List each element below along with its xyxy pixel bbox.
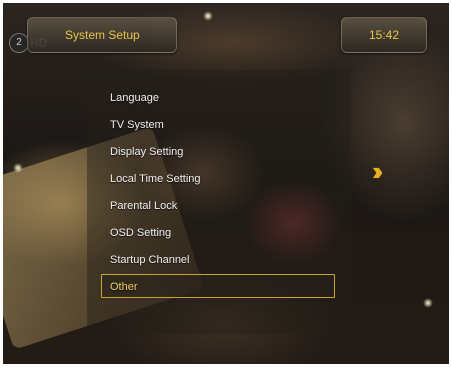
menu-item-parental-lock[interactable]: Parental Lock — [101, 193, 335, 217]
menu-item-display-setting[interactable]: Display Setting — [101, 139, 335, 163]
title-bar: System Setup — [27, 17, 177, 53]
double-chevron-right-icon[interactable]: ›› — [372, 158, 384, 184]
screenshot-frame: 2 HD System Setup 15:42 Language TV Syst… — [0, 0, 452, 367]
setup-menu: Language TV System Display Setting Local… — [101, 85, 335, 301]
menu-item-startup-channel[interactable]: Startup Channel — [101, 247, 335, 271]
menu-item-osd-setting[interactable]: OSD Setting — [101, 220, 335, 244]
background-light — [13, 163, 23, 173]
background-light — [423, 298, 433, 308]
menu-item-local-time-setting[interactable]: Local Time Setting — [101, 166, 335, 190]
menu-item-language[interactable]: Language — [101, 85, 335, 109]
menu-item-tv-system[interactable]: TV System — [101, 112, 335, 136]
channel-mode-badge: 2 — [9, 33, 29, 53]
page-title: System Setup — [65, 28, 140, 42]
clock: 15:42 — [341, 17, 427, 53]
menu-item-other[interactable]: Other — [101, 274, 335, 298]
background-light — [203, 11, 213, 21]
